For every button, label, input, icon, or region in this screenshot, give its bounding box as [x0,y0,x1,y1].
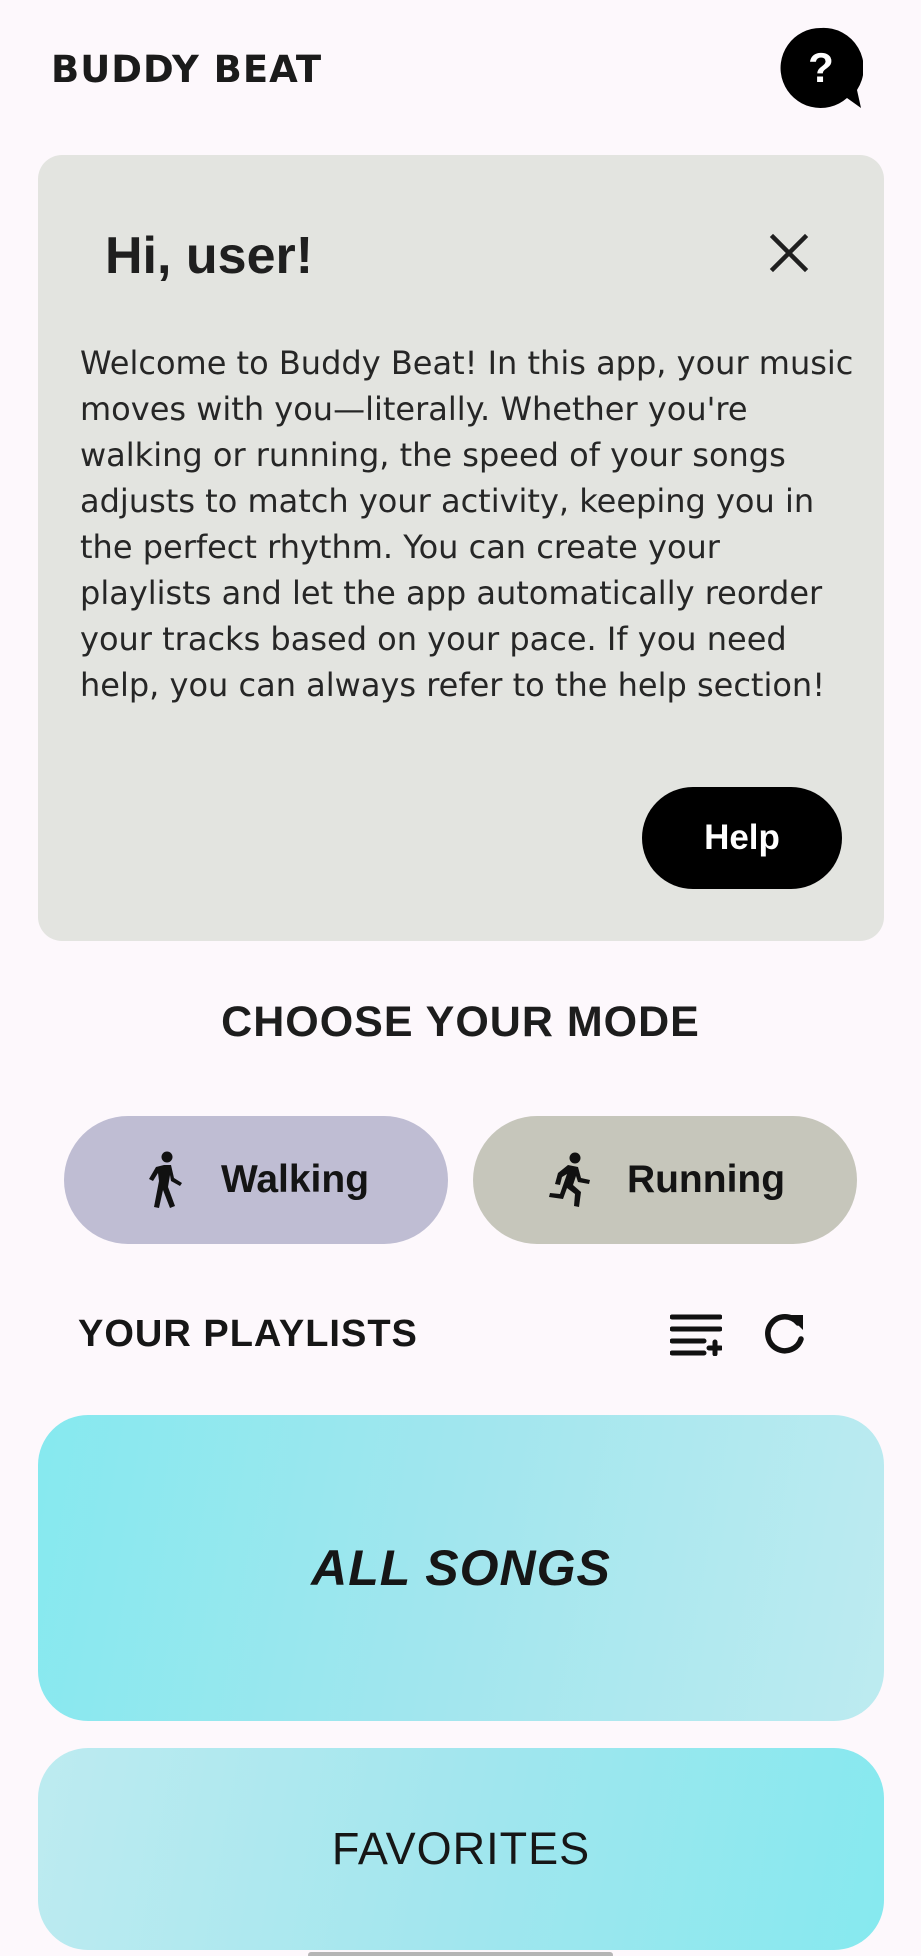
playlists-title: YOUR PLAYLISTS [78,1313,418,1355]
playlist-name: FAVORITES [331,1823,591,1874]
welcome-title: Hi, user! [105,227,314,285]
mode-title: CHOOSE YOUR MODE [221,998,700,1046]
running-icon [548,1152,590,1207]
close-button[interactable] [757,221,821,285]
svg-text:?: ? [808,44,834,91]
refresh-icon [765,1314,804,1354]
refresh-button[interactable] [752,1302,816,1366]
welcome-card: Hi, user! Welcome to Buddy Beat! In this… [38,155,884,941]
home-indicator[interactable] [308,1952,613,1956]
help-fab[interactable]: ? [779,26,864,110]
help-button[interactable]: Help [642,787,842,889]
walking-mode-button[interactable]: Walking [64,1116,448,1244]
playlist-card-favorites[interactable]: FAVORITES [38,1748,884,1950]
walking-icon [148,1151,182,1208]
running-mode-button[interactable]: Running [473,1116,857,1244]
welcome-message: Welcome to Buddy Beat! In this app, your… [80,344,854,704]
playlist-name: ALL SONGS [311,1540,611,1596]
app-screen: BUDDY BEAT ? Hi, user! Welcome to Buddy … [0,0,921,1956]
app-title: BUDDY BEAT [51,48,323,91]
playlist-sort-icon [670,1314,722,1356]
playlist-sort-button[interactable] [664,1302,728,1366]
question-bubble-icon: ? [780,27,864,109]
playlist-card-all-songs[interactable]: ALL SONGS [38,1415,884,1721]
running-label: Running [626,1158,786,1201]
walking-label: Walking [220,1158,370,1201]
close-icon [769,233,809,273]
